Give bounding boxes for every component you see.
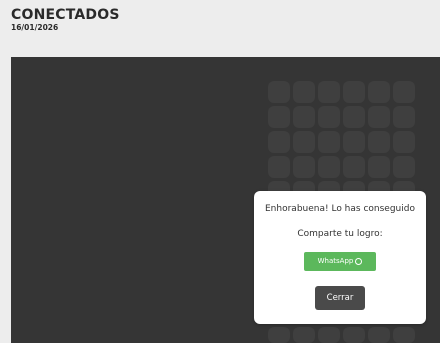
tile[interactable] bbox=[318, 106, 340, 128]
whatsapp-icon bbox=[355, 258, 363, 265]
tile[interactable] bbox=[318, 81, 340, 103]
tile[interactable] bbox=[268, 81, 290, 103]
tile[interactable] bbox=[343, 81, 365, 103]
tile[interactable] bbox=[393, 131, 415, 153]
tile[interactable] bbox=[343, 106, 365, 128]
tile[interactable] bbox=[293, 131, 315, 153]
tile-grid bbox=[268, 81, 415, 203]
tile[interactable] bbox=[393, 327, 415, 343]
tile[interactable] bbox=[393, 81, 415, 103]
tile[interactable] bbox=[268, 327, 290, 343]
whatsapp-button-label: WhatsApp bbox=[317, 257, 354, 265]
tile[interactable] bbox=[268, 131, 290, 153]
page-title: CONECTADOS bbox=[11, 7, 120, 23]
tile[interactable] bbox=[268, 106, 290, 128]
header: CONECTADOS 16/01/2026 bbox=[11, 7, 120, 33]
tile[interactable] bbox=[293, 156, 315, 178]
tile[interactable] bbox=[393, 156, 415, 178]
tile-grid-bottom-row bbox=[268, 327, 415, 343]
modal-title: Enhorabuena! Lo has conseguido bbox=[265, 204, 415, 214]
tile[interactable] bbox=[368, 106, 390, 128]
tile[interactable] bbox=[343, 156, 365, 178]
tile[interactable] bbox=[343, 327, 365, 343]
tile[interactable] bbox=[293, 106, 315, 128]
tile[interactable] bbox=[318, 327, 340, 343]
tile[interactable] bbox=[368, 327, 390, 343]
tile[interactable] bbox=[318, 156, 340, 178]
share-prompt: Comparte tu logro: bbox=[297, 229, 383, 239]
whatsapp-share-button[interactable]: WhatsApp bbox=[304, 252, 376, 271]
tile[interactable] bbox=[318, 131, 340, 153]
close-button[interactable]: Cerrar bbox=[315, 286, 365, 310]
tile[interactable] bbox=[368, 156, 390, 178]
tile[interactable] bbox=[293, 81, 315, 103]
tile[interactable] bbox=[293, 327, 315, 343]
date-label: 16/01/2026 bbox=[11, 23, 59, 32]
tile[interactable] bbox=[268, 156, 290, 178]
tile[interactable] bbox=[393, 106, 415, 128]
success-modal: Enhorabuena! Lo has conseguido Comparte … bbox=[254, 191, 426, 324]
tile[interactable] bbox=[343, 131, 365, 153]
tile[interactable] bbox=[368, 81, 390, 103]
tile[interactable] bbox=[368, 131, 390, 153]
